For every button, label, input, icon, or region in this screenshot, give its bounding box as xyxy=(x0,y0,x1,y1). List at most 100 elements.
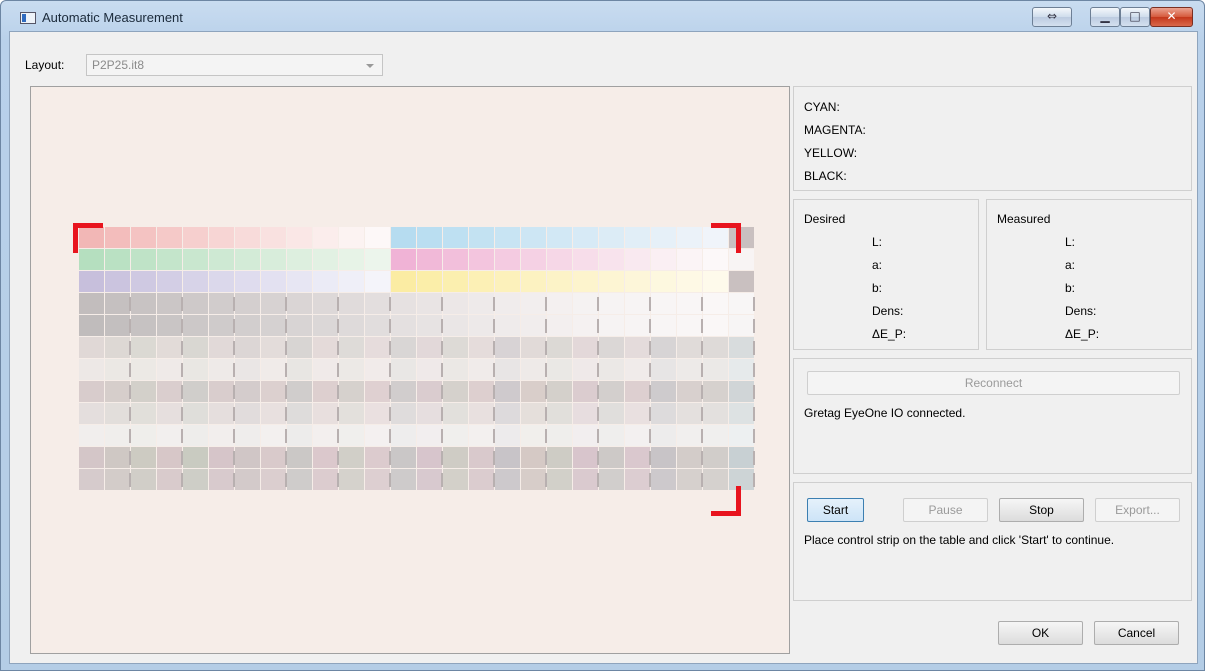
color-patch xyxy=(339,359,364,380)
color-patch xyxy=(599,403,624,424)
color-patch xyxy=(547,425,572,446)
pause-button[interactable]: Pause xyxy=(903,498,988,522)
reconnect-button[interactable]: Reconnect xyxy=(807,371,1180,395)
color-patch xyxy=(261,469,286,490)
color-patch xyxy=(339,249,364,270)
color-patch xyxy=(79,469,104,490)
color-patch xyxy=(105,381,130,402)
color-patch xyxy=(495,403,520,424)
color-patch xyxy=(79,425,104,446)
magenta-label: MAGENTA: xyxy=(804,123,866,137)
color-patch xyxy=(157,293,182,314)
color-patch xyxy=(183,381,208,402)
color-patch xyxy=(703,425,728,446)
maximize-icon: □ xyxy=(1129,9,1141,23)
color-patch xyxy=(703,227,728,248)
color-patch xyxy=(183,447,208,468)
swap-button[interactable]: ⇔ xyxy=(1032,7,1072,27)
color-patch xyxy=(339,469,364,490)
color-patch xyxy=(313,315,338,336)
color-patch xyxy=(651,249,676,270)
color-patch xyxy=(391,293,416,314)
color-patch xyxy=(729,249,754,270)
color-patch xyxy=(625,337,650,358)
color-patch xyxy=(391,447,416,468)
chevron-down-icon xyxy=(366,64,374,68)
color-patch xyxy=(521,337,546,358)
color-patch xyxy=(443,425,468,446)
patch-separator xyxy=(753,319,755,333)
color-patch xyxy=(183,293,208,314)
desired-dens-label: Dens: xyxy=(872,304,904,318)
color-patch xyxy=(703,337,728,358)
color-patch xyxy=(235,447,260,468)
stop-button[interactable]: Stop xyxy=(999,498,1084,522)
color-patch xyxy=(573,293,598,314)
minimize-icon: ▁ xyxy=(1100,9,1110,23)
corner-marker-top-right-vertical xyxy=(736,223,741,253)
ok-button[interactable]: OK xyxy=(998,621,1083,645)
color-patch xyxy=(599,271,624,292)
color-patch xyxy=(313,359,338,380)
color-patch xyxy=(235,381,260,402)
layout-label: Layout: xyxy=(25,58,65,72)
export-button[interactable]: Export... xyxy=(1095,498,1180,522)
color-patch xyxy=(313,403,338,424)
color-patch xyxy=(391,271,416,292)
color-patch xyxy=(209,249,234,270)
color-patch xyxy=(131,271,156,292)
color-patch xyxy=(131,315,156,336)
color-patch xyxy=(651,315,676,336)
color-patch xyxy=(469,337,494,358)
color-patch xyxy=(235,337,260,358)
color-patch xyxy=(443,293,468,314)
color-patch xyxy=(313,337,338,358)
color-patch xyxy=(417,249,442,270)
color-patch xyxy=(469,381,494,402)
patch-separator xyxy=(753,473,755,487)
color-patch xyxy=(443,271,468,292)
control-strip xyxy=(79,227,755,491)
color-patch xyxy=(313,425,338,446)
color-patch xyxy=(651,425,676,446)
color-patch xyxy=(261,425,286,446)
color-patch xyxy=(469,293,494,314)
color-patch xyxy=(521,249,546,270)
color-patch xyxy=(365,381,390,402)
color-patch xyxy=(573,403,598,424)
color-patch xyxy=(79,315,104,336)
color-patch xyxy=(729,271,754,292)
color-patch xyxy=(443,337,468,358)
color-patch xyxy=(339,337,364,358)
ink-values-panel: CYAN: MAGENTA: YELLOW: BLACK: xyxy=(793,86,1192,191)
color-patch xyxy=(183,249,208,270)
color-patch xyxy=(521,403,546,424)
color-patch xyxy=(599,425,624,446)
title-bar[interactable]: Automatic Measurement ⇔ ▁ □ ✕ xyxy=(1,1,1204,31)
layout-select[interactable]: P2P25.it8 xyxy=(86,54,383,76)
color-patch xyxy=(391,249,416,270)
color-patch xyxy=(599,469,624,490)
close-button[interactable]: ✕ xyxy=(1150,7,1193,27)
color-patch xyxy=(729,337,754,358)
color-patch xyxy=(313,293,338,314)
color-patch xyxy=(105,337,130,358)
color-patch xyxy=(443,403,468,424)
color-patch xyxy=(599,227,624,248)
color-patch xyxy=(547,293,572,314)
cancel-button[interactable]: Cancel xyxy=(1094,621,1179,645)
color-patch xyxy=(573,249,598,270)
minimize-button[interactable]: ▁ xyxy=(1090,7,1120,27)
color-patch xyxy=(703,271,728,292)
color-patch xyxy=(573,447,598,468)
maximize-button[interactable]: □ xyxy=(1120,7,1150,27)
start-button[interactable]: Start xyxy=(807,498,864,522)
color-patch xyxy=(495,359,520,380)
color-patch xyxy=(287,293,312,314)
color-patch xyxy=(625,381,650,402)
color-patch xyxy=(391,381,416,402)
color-patch xyxy=(183,227,208,248)
swap-icon: ⇔ xyxy=(1046,9,1058,23)
color-patch xyxy=(131,227,156,248)
color-patch xyxy=(651,469,676,490)
